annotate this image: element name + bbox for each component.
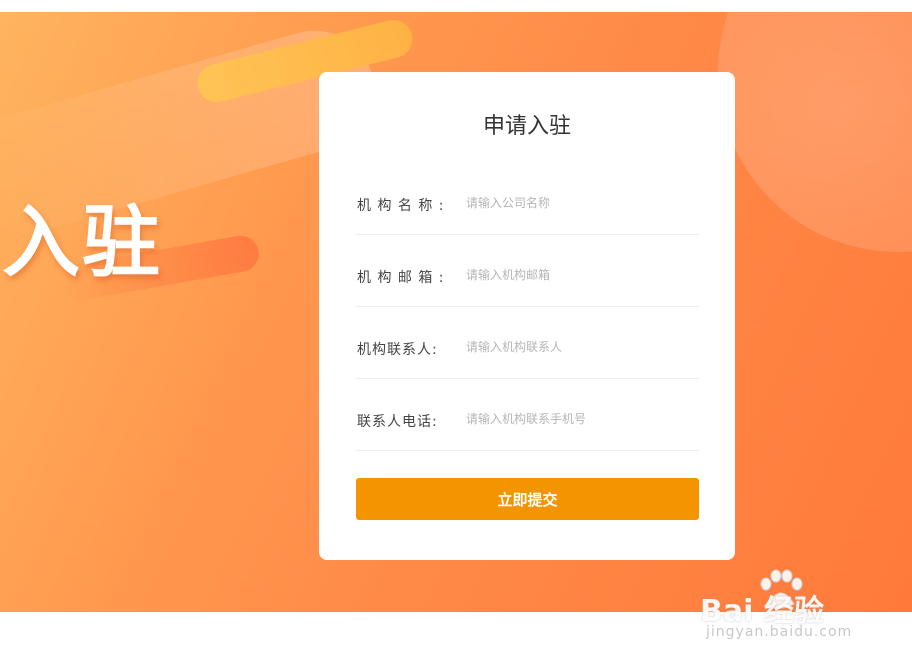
field-row-contact: 机构联系人: <box>356 306 699 379</box>
org-name-label: 机 构 名 称 : <box>357 198 445 214</box>
field-row-org-email: 机 构 邮 箱 : <box>356 234 699 307</box>
submit-button[interactable]: 立即提交 <box>356 478 699 520</box>
contact-phone-input[interactable] <box>466 404 696 434</box>
hero-text: 入驻 <box>2 198 163 288</box>
org-name-input[interactable] <box>466 188 696 218</box>
contact-phone-label: 联系人电话: <box>357 414 438 430</box>
watermark-url: jingyan.baidu.com <box>706 624 853 640</box>
contact-input[interactable] <box>466 332 696 362</box>
field-row-org-name: 机 构 名 称 : <box>356 162 699 235</box>
baidu-jingyan-watermark: Bai 经验 jingyan.baidu.com <box>700 566 870 646</box>
field-row-contact-phone: 联系人电话: <box>356 378 699 451</box>
form-title: 申请入驻 <box>482 114 571 139</box>
contact-label: 机构联系人: <box>357 342 438 358</box>
org-email-label: 机 构 邮 箱 : <box>357 270 445 286</box>
decor-circle <box>718 12 912 252</box>
org-email-input[interactable] <box>466 260 696 290</box>
apply-form-card: 申请入驻 机 构 名 称 : 机 构 邮 箱 : 机构联系人: 联系人电话: 立… <box>319 72 735 560</box>
